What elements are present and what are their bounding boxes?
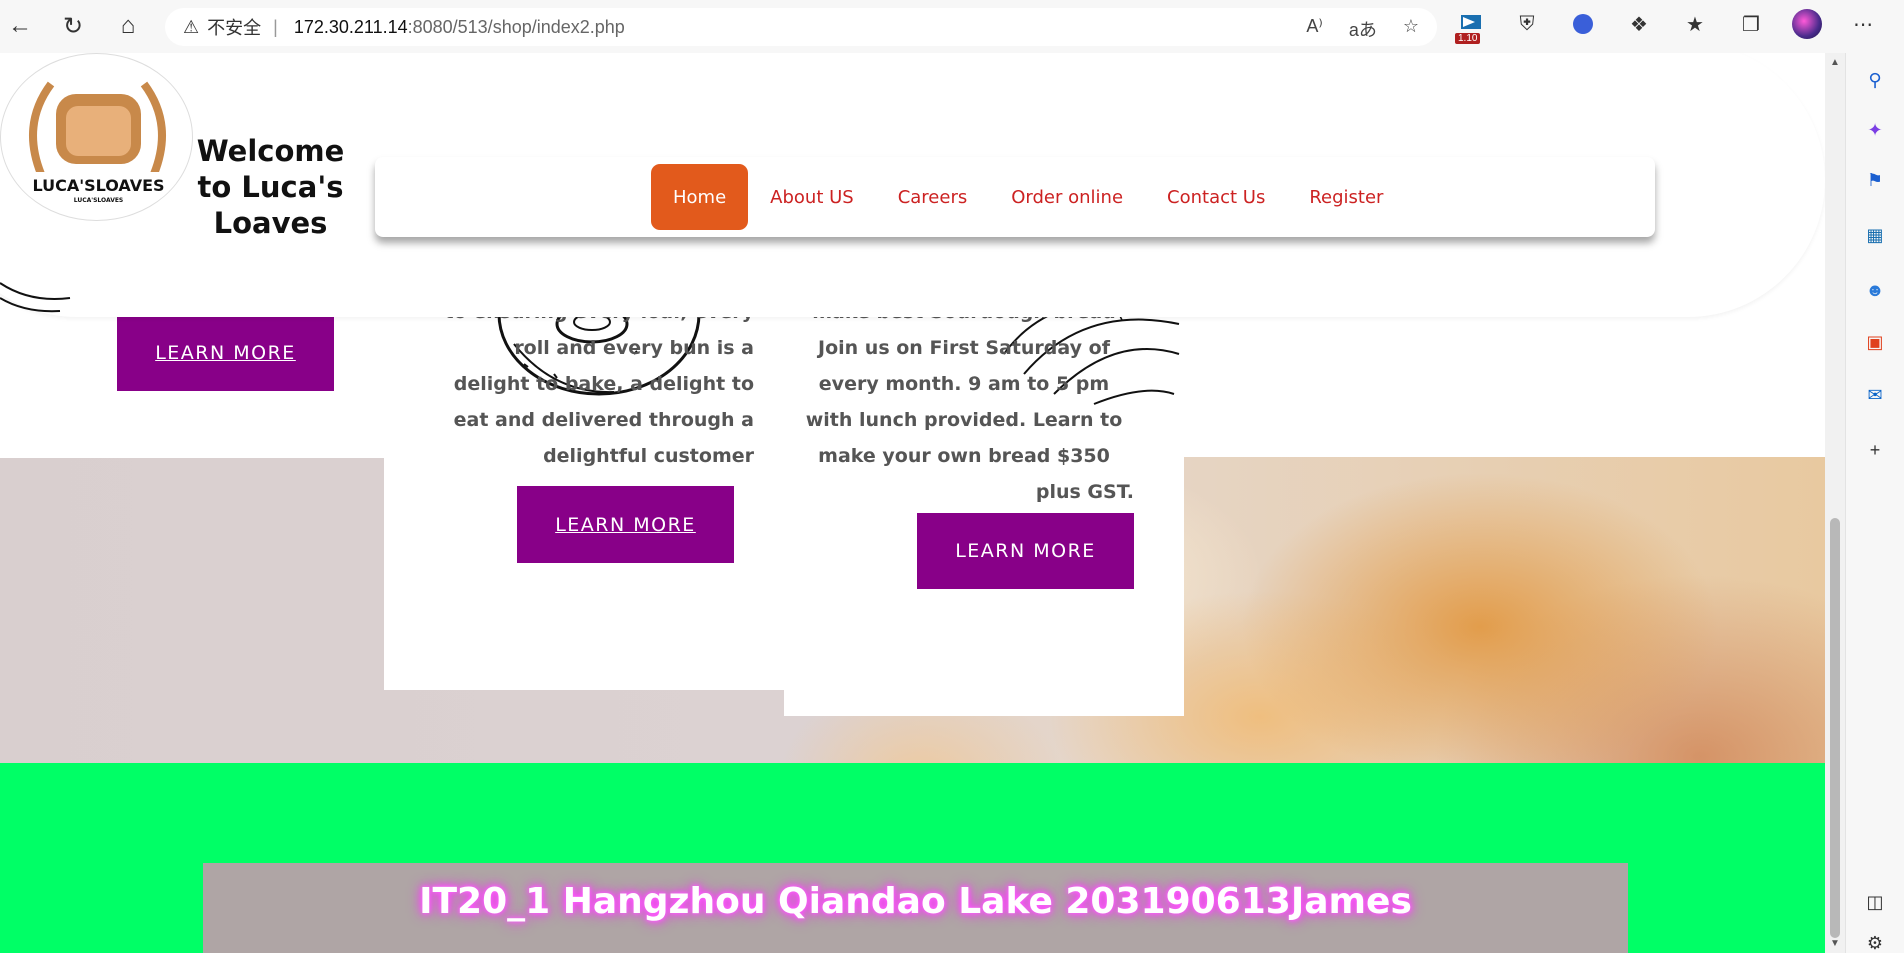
games-icon[interactable]: ☻ bbox=[1863, 278, 1887, 302]
card-3-line: with lunch provided. Learn to bbox=[805, 409, 1123, 431]
card-3-line: plus GST. bbox=[1035, 481, 1134, 503]
card-2-text: to ensuring every loaf, every roll and e… bbox=[424, 294, 754, 474]
favorite-add-icon[interactable]: ☆ bbox=[1403, 16, 1419, 42]
nav-register[interactable]: Register bbox=[1287, 164, 1405, 230]
add-icon[interactable]: + bbox=[1863, 438, 1887, 462]
site-logo[interactable]: LUCA'SLOAVES LUCA'SLOAVES bbox=[0, 53, 193, 221]
card-2-line: eat and delivered through a bbox=[453, 409, 754, 431]
browser-toolbar: ← ↻ ⌂ ⚠ 不安全 | 172.30.211.14 :8080/513/sh… bbox=[0, 0, 1904, 53]
outlook-icon[interactable]: ✉ bbox=[1863, 383, 1887, 407]
nav-about-us[interactable]: About US bbox=[748, 164, 876, 230]
welcome-heading: Welcome to Luca's Loaves bbox=[188, 133, 353, 241]
url-path: :8080/513/shop/index2.php bbox=[407, 16, 625, 37]
shield-icon[interactable]: ⛨ bbox=[1511, 8, 1543, 40]
logo-subtext: LUCA'SLOAVES bbox=[73, 197, 124, 204]
favorites-icon[interactable]: ★ bbox=[1679, 8, 1711, 40]
scroll-down-icon[interactable]: ▼ bbox=[1830, 938, 1840, 949]
card-3-text: make best Sourdough bread Join us on Fir… bbox=[794, 294, 1134, 510]
card-2-line: roll and every bun is a bbox=[514, 337, 754, 359]
footer-box: IT20_1 Hangzhou Qiandao Lake 203190613Ja… bbox=[203, 863, 1628, 953]
learn-more-button-3[interactable]: LEARN MORE bbox=[917, 513, 1134, 589]
nav-contact-us[interactable]: Contact Us bbox=[1145, 164, 1287, 230]
back-icon[interactable]: ← bbox=[0, 6, 40, 46]
warning-icon[interactable]: ⚠ bbox=[183, 17, 199, 38]
learn-more-button-1[interactable]: LEARN MORE bbox=[117, 315, 334, 391]
edge-sidebar: ⚲ ✦ ⚑ ▦ ☻ ▣ ✉ + ◫ ⚙ bbox=[1845, 53, 1904, 953]
translate-icon[interactable]: aあ bbox=[1349, 16, 1377, 42]
nav-order-online[interactable]: Order online bbox=[989, 164, 1145, 230]
extensions-puzzle-icon[interactable]: ❖ bbox=[1623, 8, 1655, 40]
learn-more-button-2[interactable]: LEARN MORE bbox=[517, 486, 734, 563]
logo-graphic bbox=[21, 81, 176, 198]
welcome-line-2: to Luca's bbox=[197, 170, 344, 204]
nav-list: Home About US Careers Order online Conta… bbox=[651, 157, 1405, 237]
address-separator: | bbox=[273, 16, 278, 37]
tools-icon[interactable]: ▦ bbox=[1863, 223, 1887, 247]
vpn-icon[interactable] bbox=[1567, 8, 1599, 40]
collections-icon[interactable]: ❐ bbox=[1735, 8, 1767, 40]
logo-text: LUCA'SLOAVES bbox=[32, 176, 165, 195]
page-viewport: to ensuring every loaf, every roll and e… bbox=[0, 53, 1825, 953]
welcome-line-1: Welcome bbox=[196, 134, 345, 168]
card-2: to ensuring every loaf, every roll and e… bbox=[384, 264, 786, 690]
extension-icon[interactable]: 1.10 bbox=[1455, 8, 1487, 44]
scroll-up-icon[interactable]: ▲ bbox=[1830, 57, 1840, 68]
profile-avatar[interactable] bbox=[1791, 8, 1823, 40]
footer-text: IT20_1 Hangzhou Qiandao Lake 203190613Ja… bbox=[419, 881, 1412, 922]
card-3: make best Sourdough bread Join us on Fir… bbox=[784, 264, 1184, 716]
read-aloud-icon[interactable]: A⁾ bbox=[1306, 16, 1322, 42]
office-icon[interactable]: ▣ bbox=[1863, 330, 1887, 354]
shopping-tag-icon[interactable]: ⚑ bbox=[1863, 168, 1887, 192]
address-icons: A⁾ aあ ☆ bbox=[1306, 16, 1419, 42]
card-3-line: every month. 9 am to 5 pm bbox=[818, 373, 1110, 395]
header-doodle bbox=[0, 282, 71, 313]
address-bar[interactable]: ⚠ 不安全 | 172.30.211.14 :8080/513/shop/ind… bbox=[165, 8, 1437, 46]
page-scrollbar[interactable]: ▲ ▼ bbox=[1825, 53, 1845, 953]
toolbar-right: 1.10 ⛨ ❖ ★ ❐ ⋯ bbox=[1455, 8, 1879, 44]
card-3-line: Join us on First Saturday of bbox=[818, 337, 1110, 359]
welcome-line-3: Loaves bbox=[213, 206, 328, 240]
extension-badge: 1.10 bbox=[1455, 33, 1481, 44]
scroll-thumb[interactable] bbox=[1830, 518, 1840, 938]
main-nav: Home About US Careers Order online Conta… bbox=[375, 157, 1655, 237]
sidebar-panel-icon[interactable]: ◫ bbox=[1863, 890, 1887, 914]
home-icon[interactable]: ⌂ bbox=[108, 6, 148, 46]
card-2-line: delightful customer bbox=[543, 445, 754, 467]
nav-careers[interactable]: Careers bbox=[876, 164, 990, 230]
more-menu-icon[interactable]: ⋯ bbox=[1847, 8, 1879, 40]
security-label: 不安全 bbox=[207, 18, 262, 38]
card-3-line: make your own bread $350 bbox=[818, 445, 1110, 467]
settings-icon[interactable]: ⚙ bbox=[1863, 931, 1887, 953]
card-2-line: delight to bake, a delight to bbox=[453, 373, 754, 395]
copilot-icon[interactable]: ✦ bbox=[1863, 118, 1887, 142]
nav-home[interactable]: Home bbox=[651, 164, 749, 230]
url-host: 172.30.211.14 bbox=[293, 16, 408, 37]
search-icon[interactable]: ⚲ bbox=[1863, 68, 1887, 92]
refresh-icon[interactable]: ↻ bbox=[53, 6, 93, 46]
